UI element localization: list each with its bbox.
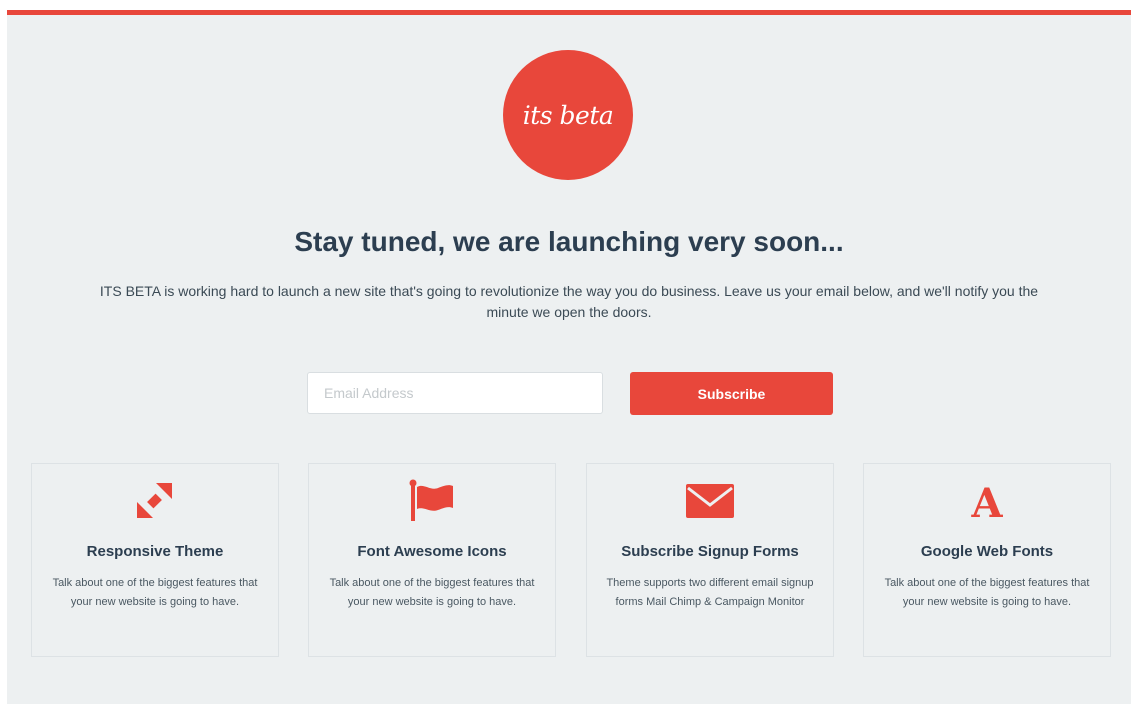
intro-text: ITS BETA is working hard to launch a new… (99, 283, 1039, 320)
envelope-icon (587, 478, 833, 524)
resize-arrows-icon (32, 478, 278, 524)
feature-title: Google Web Fonts (920, 543, 1054, 560)
logo-text: its beta (522, 100, 614, 130)
feature-description: Talk about one of the biggest features t… (52, 577, 258, 608)
feature-card-font-awesome-icons: Font Awesome Icons Talk about one of the… (308, 463, 556, 657)
feature-description: Theme supports two different email signu… (606, 577, 814, 608)
feature-title: Font Awesome Icons (357, 543, 507, 560)
its-beta-logo: its beta (503, 50, 633, 180)
flag-icon (309, 478, 555, 524)
coming-soon-page: its beta Stay tuned, we are launching ve… (7, 10, 1131, 704)
feature-description: Talk about one of the biggest features t… (329, 577, 535, 608)
font-a-icon: A (864, 478, 1110, 524)
email-input[interactable] (307, 372, 603, 414)
feature-card-google-web-fonts: A Google Web Fonts Talk about one of the… (863, 463, 1111, 657)
page-headline: Stay tuned, we are launching very soon..… (294, 226, 844, 257)
feature-description: Talk about one of the biggest features t… (884, 577, 1090, 608)
subscribe-button[interactable]: Subscribe (630, 372, 833, 415)
signup-form: Subscribe (307, 372, 837, 415)
feature-card-responsive-theme: Responsive Theme Talk about one of the b… (31, 463, 279, 657)
feature-card-subscribe-signup-forms: Subscribe Signup Forms Theme supports tw… (586, 463, 834, 657)
feature-title: Subscribe Signup Forms (621, 543, 799, 560)
feature-title: Responsive Theme (86, 543, 224, 560)
svg-text:A: A (970, 480, 1003, 523)
feature-cards: Responsive Theme Talk about one of the b… (31, 463, 1112, 657)
